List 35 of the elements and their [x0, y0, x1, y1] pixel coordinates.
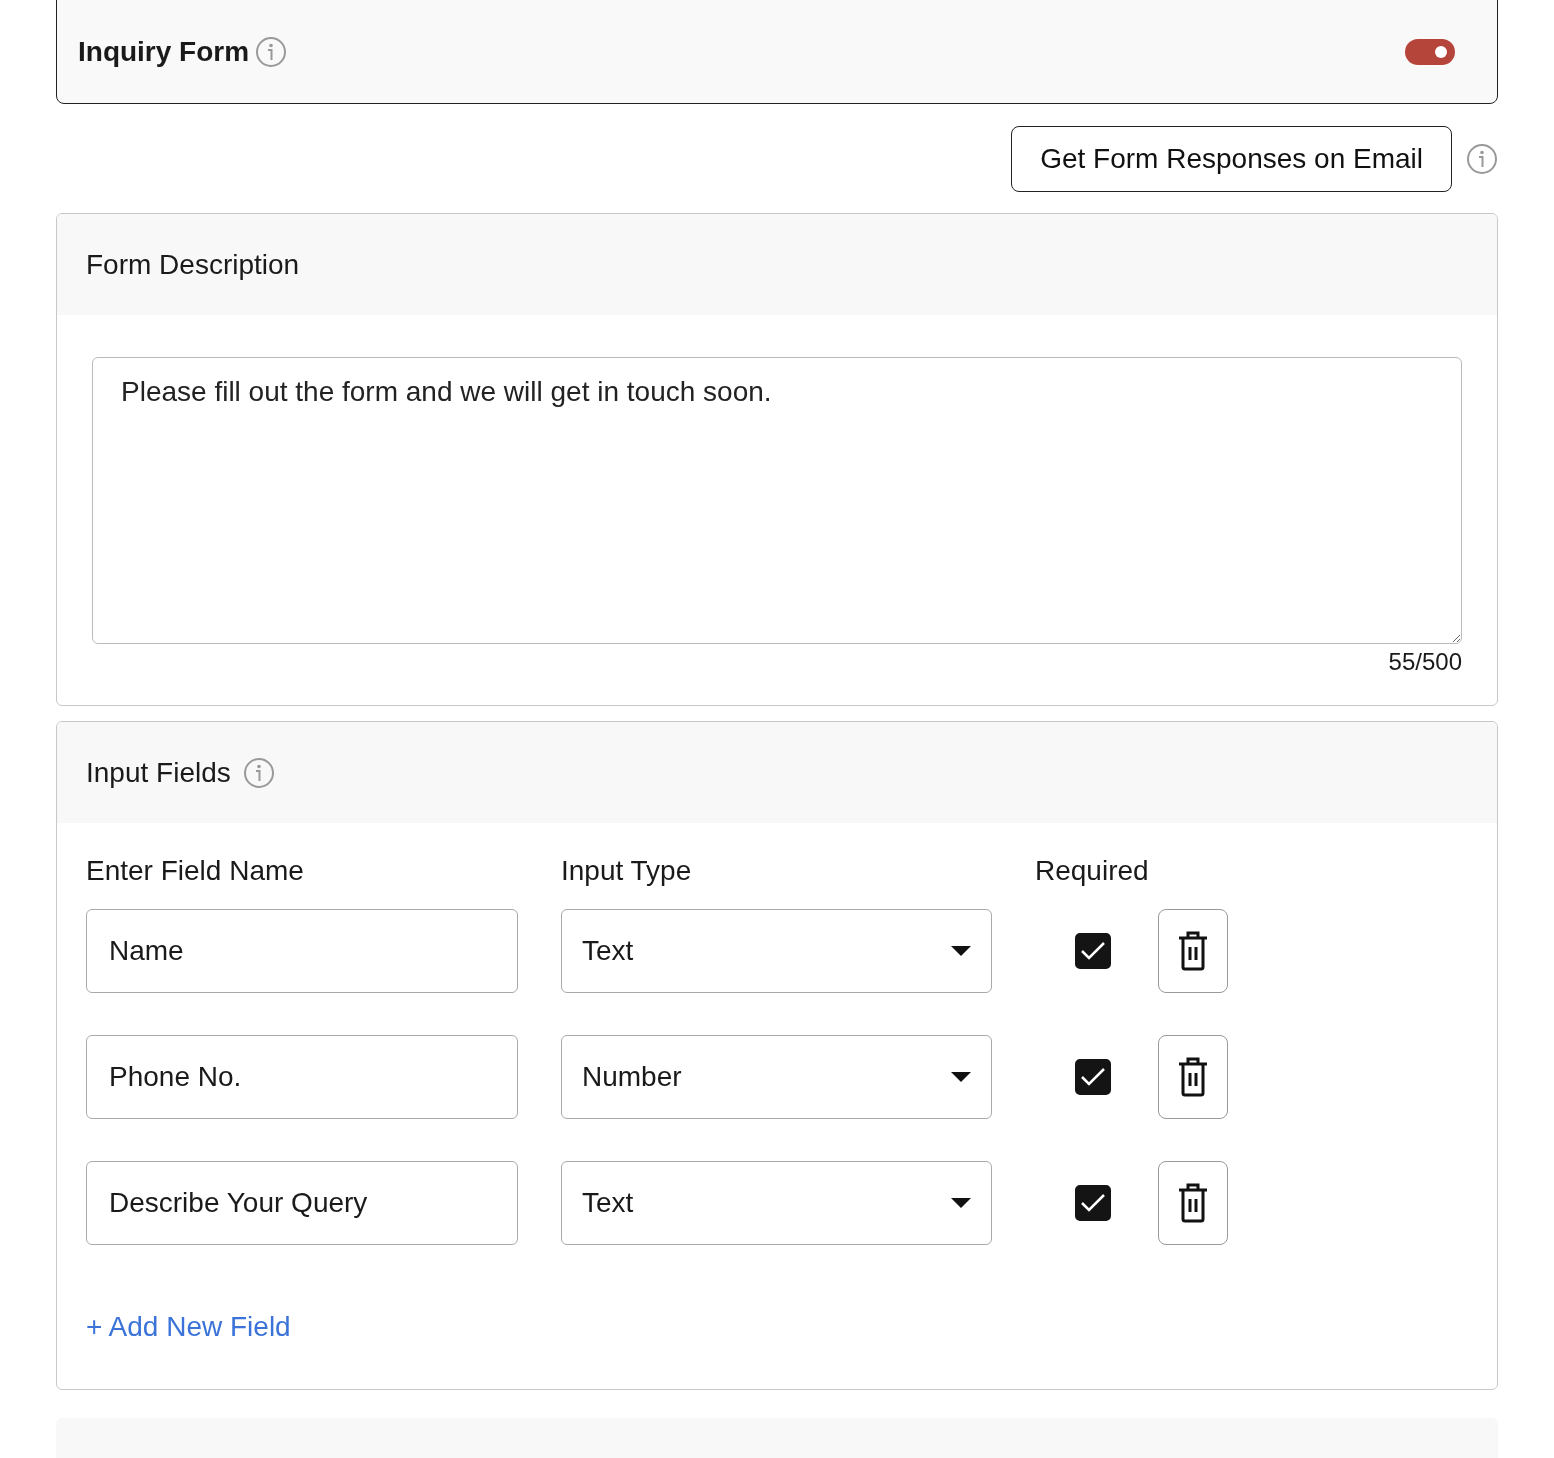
checkmark-icon	[1080, 941, 1106, 962]
field-name-input[interactable]: Describe Your Query	[86, 1161, 518, 1246]
card-title: Input Fields	[86, 756, 231, 789]
info-icon[interactable]	[1466, 143, 1498, 176]
caret-icon	[951, 1198, 971, 1209]
trash-icon	[1177, 1183, 1209, 1224]
checkmark-icon	[1080, 1193, 1106, 1214]
required-checkbox[interactable]	[1075, 1185, 1111, 1222]
caret-icon	[951, 946, 971, 957]
info-icon[interactable]	[255, 35, 288, 68]
delete-button[interactable]	[1158, 1035, 1228, 1120]
form-title: Inquiry Form	[78, 35, 250, 68]
field-name-input[interactable]: Name	[86, 909, 518, 994]
column-label: Input Type	[561, 855, 693, 888]
field-name-input[interactable]: Phone No.	[86, 1035, 518, 1120]
input-type-dropdown[interactable]: Number	[561, 1035, 992, 1120]
input-type-dropdown[interactable]: Text	[561, 909, 992, 994]
card-title: Form Description	[86, 248, 300, 281]
trash-icon	[1177, 931, 1209, 972]
column-label: Required	[1035, 855, 1150, 888]
column-label: Enter Field Name	[86, 855, 305, 888]
info-icon[interactable]	[242, 756, 275, 789]
character-counter: 55/500	[1388, 648, 1462, 677]
required-checkbox[interactable]	[1075, 1059, 1111, 1096]
trash-icon	[1177, 1057, 1209, 1098]
required-checkbox[interactable]	[1075, 933, 1111, 970]
email-responses-button[interactable]: Get Form Responses on Email	[1011, 126, 1452, 193]
description-field[interactable]: Please fill out the form and we will get in touch soon.	[92, 357, 1462, 645]
delete-button[interactable]	[1158, 1161, 1228, 1246]
add-field-link[interactable]: + Add New Field	[86, 1311, 291, 1344]
checkmark-icon	[1080, 1067, 1106, 1088]
toggle-switch[interactable]	[1405, 38, 1455, 65]
caret-icon	[951, 1072, 971, 1083]
delete-button[interactable]	[1158, 909, 1228, 994]
input-type-dropdown[interactable]: Text	[561, 1161, 992, 1246]
